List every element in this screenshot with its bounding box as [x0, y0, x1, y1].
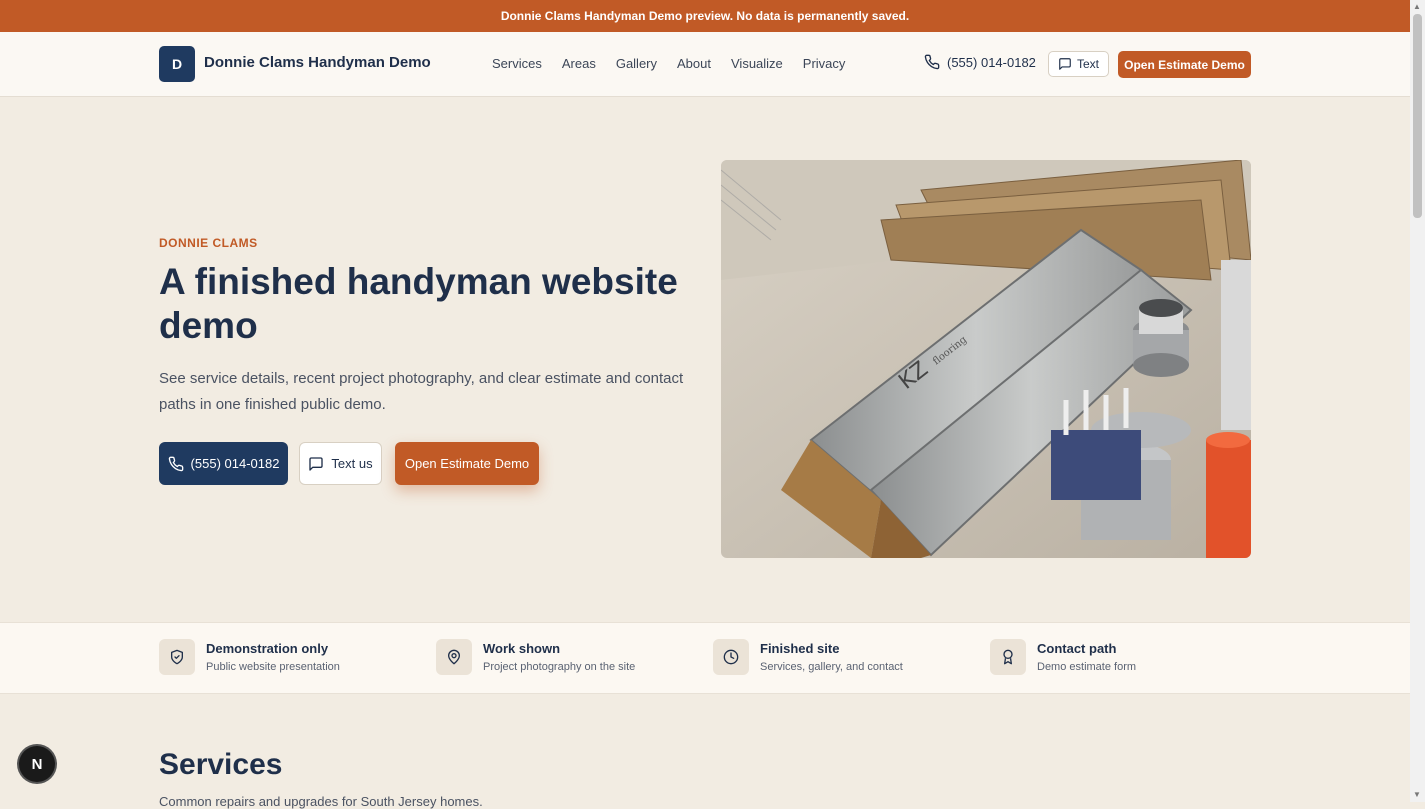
services-heading: Services [159, 748, 283, 781]
flooring-boxes-photo: KZ flooring [721, 160, 1251, 558]
hero-title: A finished handyman website demo [159, 261, 678, 346]
message-icon [1059, 58, 1071, 70]
trust-item-contact-path: Contact path Demo estimate form [990, 639, 1136, 675]
trust-title: Finished site [760, 641, 840, 656]
dev-tools-badge[interactable]: N [19, 746, 55, 782]
hero-call-button[interactable]: (555) 014-0182 [159, 442, 288, 485]
hero-photo: KZ flooring [721, 160, 1251, 558]
header-estimate-button[interactable]: Open Estimate Demo [1118, 51, 1251, 78]
scroll-down-arrow-icon[interactable]: ▼ [1413, 790, 1421, 799]
phone-icon [924, 54, 940, 70]
header-text-label: Text [1076, 57, 1099, 71]
trust-title: Demonstration only [206, 641, 329, 656]
hero-estimate-button[interactable]: Open Estimate Demo [395, 442, 539, 485]
trust-subtitle: Public website presentation [206, 661, 340, 673]
award-icon [990, 639, 1026, 675]
trust-title: Work shown [483, 641, 561, 656]
trust-subtitle: Services, gallery, and contact [760, 661, 903, 673]
nav-item-privacy[interactable]: Privacy [803, 56, 846, 71]
trust-title: Contact path [1037, 641, 1117, 656]
nav-item-services[interactable]: Services [492, 56, 542, 71]
logo-letter: D [171, 56, 183, 72]
logo[interactable]: D [159, 46, 195, 82]
hero-call-label: (555) 014-0182 [190, 456, 280, 471]
page-scrollbar[interactable]: ▲ ▼ [1410, 0, 1425, 802]
trust-item-finished-site: Finished site Services, gallery, and con… [713, 639, 903, 675]
trust-strip: Demonstration only Public website presen… [0, 622, 1410, 694]
site-header: D Donnie Clams Handyman Demo Services Ar… [0, 32, 1410, 97]
demo-banner: Donnie Clams Handyman Demo preview. No d… [0, 0, 1410, 32]
map-pin-icon [436, 639, 472, 675]
nav-item-gallery[interactable]: Gallery [616, 56, 657, 71]
hero-description: See service details, recent project phot… [159, 370, 684, 413]
header-text-button[interactable]: Text [1048, 51, 1109, 77]
trust-subtitle: Project photography on the site [483, 661, 636, 673]
trust-item-demonstration: Demonstration only Public website presen… [159, 639, 340, 675]
header-phone-link[interactable]: (555) 014-0182 [924, 54, 1036, 70]
hero-text-label: Text us [331, 456, 373, 471]
trust-item-work-shown: Work shown Project photography on the si… [436, 639, 635, 675]
hero-text-button[interactable]: Text us [299, 442, 382, 485]
demo-banner-text: Donnie Clams Handyman Demo preview. No d… [500, 9, 910, 23]
trust-subtitle: Demo estimate form [1037, 661, 1137, 673]
hero-eyebrow: DONNIE CLAMS [159, 236, 258, 250]
shield-check-icon [159, 639, 195, 675]
header-phone-text: (555) 014-0182 [947, 54, 1036, 70]
phone-icon [168, 456, 183, 471]
nav-item-about[interactable]: About [677, 56, 711, 71]
scroll-up-arrow-icon[interactable]: ▲ [1413, 2, 1421, 11]
main-nav: Services Areas Gallery About Visualize P… [492, 56, 845, 71]
dev-tools-badge-letter: N [31, 755, 43, 773]
message-icon [309, 456, 324, 471]
clock-icon [713, 639, 749, 675]
scroll-thumb[interactable] [1413, 14, 1422, 218]
nav-item-areas[interactable]: Areas [562, 56, 596, 71]
brand-name[interactable]: Donnie Clams Handyman Demo [204, 54, 431, 71]
nav-item-visualize[interactable]: Visualize [731, 56, 783, 71]
